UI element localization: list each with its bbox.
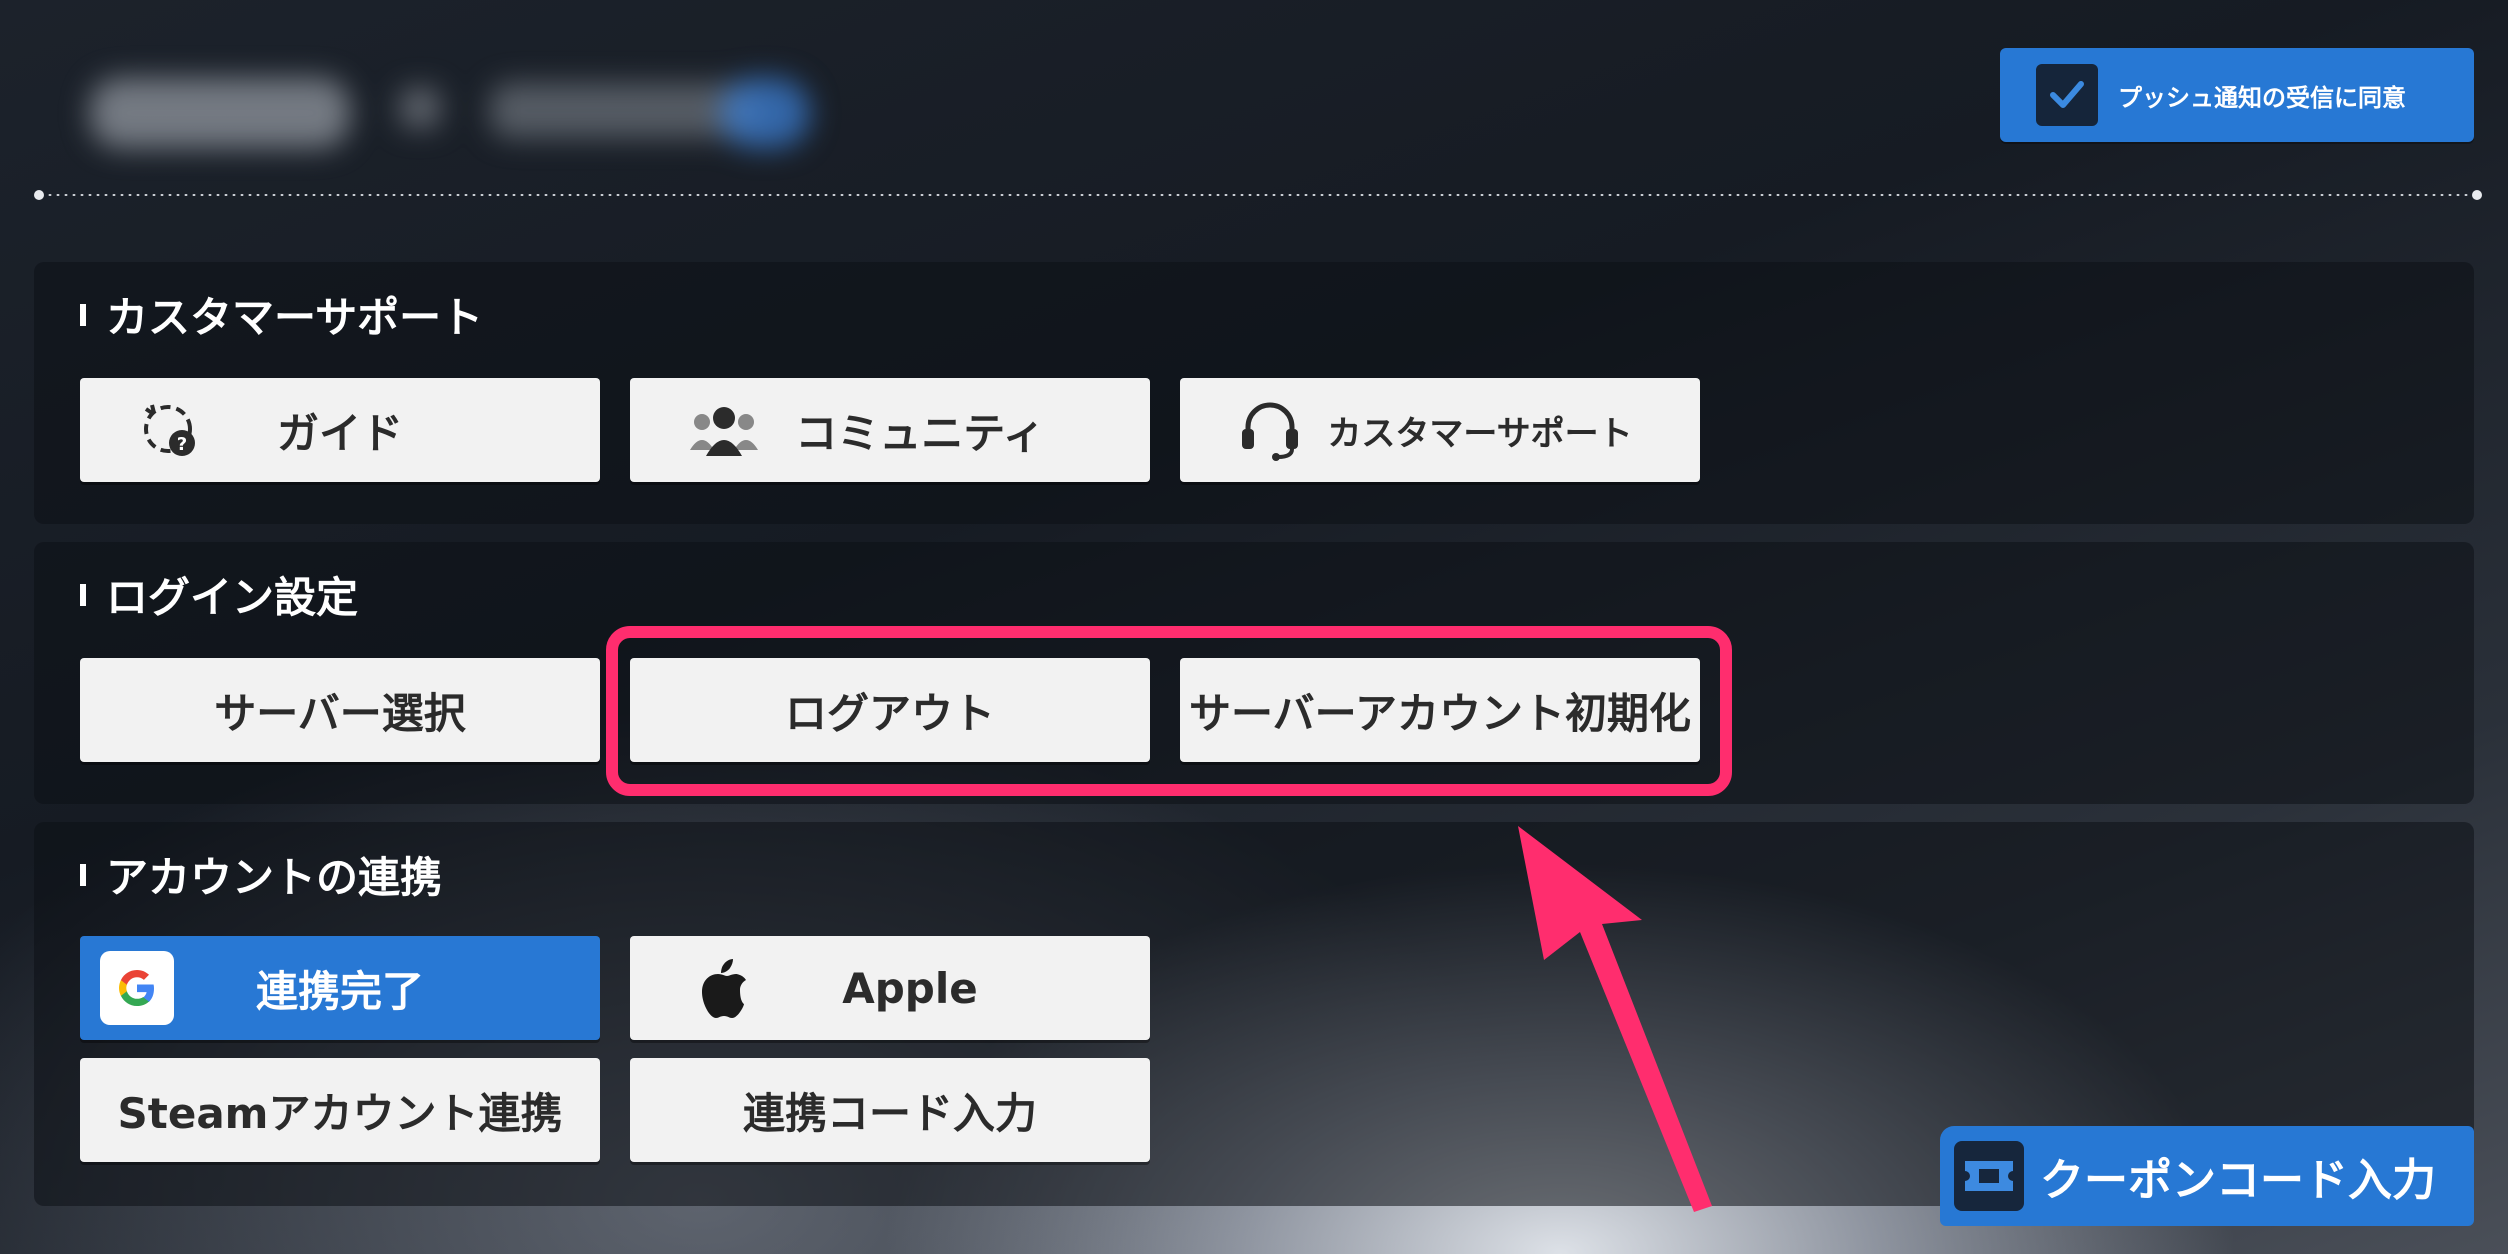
steam-link-button[interactable]: Steamアカウント連携 bbox=[80, 1058, 600, 1162]
support-section: カスタマーサポート ? ガイド コミュニティ カスタマーサポート bbox=[34, 262, 2474, 524]
customer-support-label: カスタマーサポート bbox=[1327, 413, 1633, 454]
dotted-divider bbox=[34, 190, 2482, 200]
customer-support-button[interactable]: カスタマーサポート bbox=[1180, 378, 1700, 482]
guide-button[interactable]: ? ガイド bbox=[80, 378, 600, 482]
push-consent-toggle[interactable]: プッシュ通知の受信に同意 bbox=[2000, 48, 2474, 142]
community-icon bbox=[688, 404, 760, 456]
apple-icon bbox=[694, 956, 750, 1020]
server-select-label: サーバー選択 bbox=[214, 688, 466, 738]
link-code-label: 連携コード入力 bbox=[742, 1088, 1037, 1138]
svg-text:?: ? bbox=[177, 434, 187, 455]
community-button[interactable]: コミュニティ bbox=[630, 378, 1150, 482]
link-code-button[interactable]: 連携コード入力 bbox=[630, 1058, 1150, 1162]
section-marker bbox=[80, 583, 86, 606]
push-consent-label: プッシュ通知の受信に同意 bbox=[2118, 83, 2406, 112]
community-label: コミュニティ bbox=[795, 408, 1045, 458]
ticket-icon bbox=[1954, 1141, 2024, 1211]
apple-link-button[interactable]: Apple bbox=[630, 936, 1150, 1040]
steam-link-label: Steamアカウント連携 bbox=[117, 1088, 563, 1138]
support-section-title: カスタマーサポート bbox=[80, 284, 483, 345]
annotation-highlight-box bbox=[606, 626, 1732, 796]
section-marker bbox=[80, 863, 86, 886]
checkbox-checked-icon bbox=[2036, 64, 2098, 126]
coupon-code-label: クーポンコード入力 bbox=[2040, 1155, 2436, 1206]
google-icon bbox=[100, 951, 174, 1025]
google-link-label: 連携完了 bbox=[255, 966, 424, 1016]
account-link-section-title: アカウントの連携 bbox=[80, 844, 442, 905]
google-link-button[interactable]: 連携完了 bbox=[80, 936, 600, 1040]
guide-icon: ? bbox=[138, 399, 200, 461]
apple-link-label: Apple bbox=[842, 963, 978, 1013]
login-section-title: ログイン設定 bbox=[80, 564, 358, 625]
headset-icon bbox=[1238, 399, 1302, 461]
coupon-code-button[interactable]: クーポンコード入力 bbox=[1940, 1126, 2474, 1226]
section-marker bbox=[80, 303, 86, 326]
annotation-arrow bbox=[1518, 826, 1712, 1212]
profile-info-blurred bbox=[60, 38, 815, 173]
guide-label: ガイド bbox=[276, 408, 403, 458]
server-select-button[interactable]: サーバー選択 bbox=[80, 658, 600, 762]
